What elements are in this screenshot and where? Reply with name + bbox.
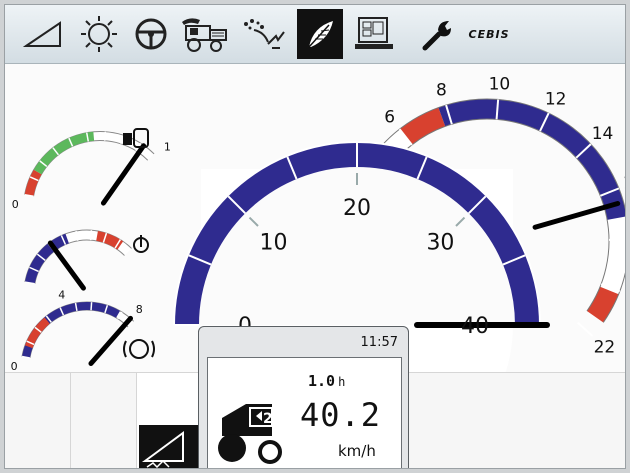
top-toolbar: CEBIS	[5, 5, 625, 64]
pressure-min-label: 0	[11, 360, 18, 373]
steering-button[interactable]	[129, 9, 173, 59]
service-button[interactable]	[415, 9, 459, 59]
terminal-screen-icon	[355, 17, 393, 49]
crop-button[interactable]	[297, 9, 343, 59]
tach-label: 12	[545, 90, 567, 110]
operating-hours: 1.0 h	[308, 372, 345, 390]
tractor-gear-icon: 2	[218, 404, 282, 464]
speedo-label: 10	[260, 231, 288, 256]
tach-label: 14	[592, 124, 614, 144]
speedo-label-max: 40	[461, 314, 489, 339]
speed-unit: km/h	[338, 442, 376, 460]
temp-gauge-needle	[47, 240, 86, 291]
pressure-gauge: 0 4 8	[11, 288, 155, 373]
slope-triangle-icon	[23, 21, 61, 47]
operating-hours-value: 1.0	[308, 372, 336, 390]
crop-flow-icon	[244, 19, 285, 49]
pressure-mid-label: 4	[58, 288, 65, 301]
slope-graph-icon	[139, 425, 199, 468]
fuel-min-label: 0	[12, 198, 19, 211]
readout-panel: 1.0 h 2 40.2 km/h	[207, 357, 402, 468]
tach-red-zone-low	[399, 107, 446, 146]
cebis-display: CEBIS 01 048 6810121416182022 010203040 …	[4, 4, 626, 469]
gear-number: 2	[263, 411, 273, 427]
harvester-button[interactable]	[175, 9, 233, 59]
cebis-brand: CEBIS	[468, 27, 510, 41]
tach-label: 16	[623, 173, 626, 193]
function-slot-2[interactable]	[71, 372, 137, 468]
tach-label: 10	[489, 74, 511, 94]
speedo-label: 30	[426, 231, 454, 256]
tach-label: 22	[594, 338, 616, 358]
tach-label: 6	[384, 107, 395, 127]
forage-harvester-icon	[182, 18, 227, 52]
digital-readout: 11:57 1.0 h 2 40.2 km/h	[198, 326, 409, 468]
function-slot-4[interactable]	[409, 372, 625, 468]
steering-wheel-icon	[135, 18, 167, 50]
fuel-gauge-needle	[100, 143, 147, 206]
pressure-gauge-tick	[90, 302, 93, 311]
operating-hours-unit: h	[338, 375, 346, 389]
terminal-button[interactable]	[349, 9, 399, 59]
brake-pressure-icon	[129, 339, 149, 359]
function-slot-3[interactable]	[137, 372, 203, 468]
sun-brightness-icon	[81, 16, 117, 52]
speedo-label: 20	[343, 196, 371, 221]
brightness-button[interactable]	[77, 9, 121, 59]
function-slot-1[interactable]	[5, 372, 71, 468]
cebis-logo: CEBIS	[459, 9, 519, 59]
tach-tick	[576, 321, 594, 337]
fuel-gauge: 01	[12, 128, 171, 211]
fuel-adblue-icon	[123, 133, 132, 145]
brake-pressure-icon-sides	[123, 340, 155, 358]
crop-leaf-icon	[308, 21, 333, 48]
slope-button[interactable]	[19, 9, 67, 59]
wrench-icon	[422, 21, 451, 51]
tach-label: 20	[624, 288, 626, 308]
crop-flow-button[interactable]	[237, 9, 293, 59]
tach-label: 8	[436, 81, 447, 101]
temperature-gauge	[24, 229, 149, 291]
temp-gauge-tick	[89, 230, 93, 241]
fuel-max-label: 1	[164, 141, 171, 154]
speed-value: 40.2	[300, 396, 382, 434]
fuel-gauge-tick	[103, 131, 107, 141]
tach-needle	[532, 201, 621, 230]
pressure-gauge-needle	[88, 315, 134, 366]
pressure-max-label: 8	[136, 303, 143, 316]
clock: 11:57	[360, 335, 398, 350]
